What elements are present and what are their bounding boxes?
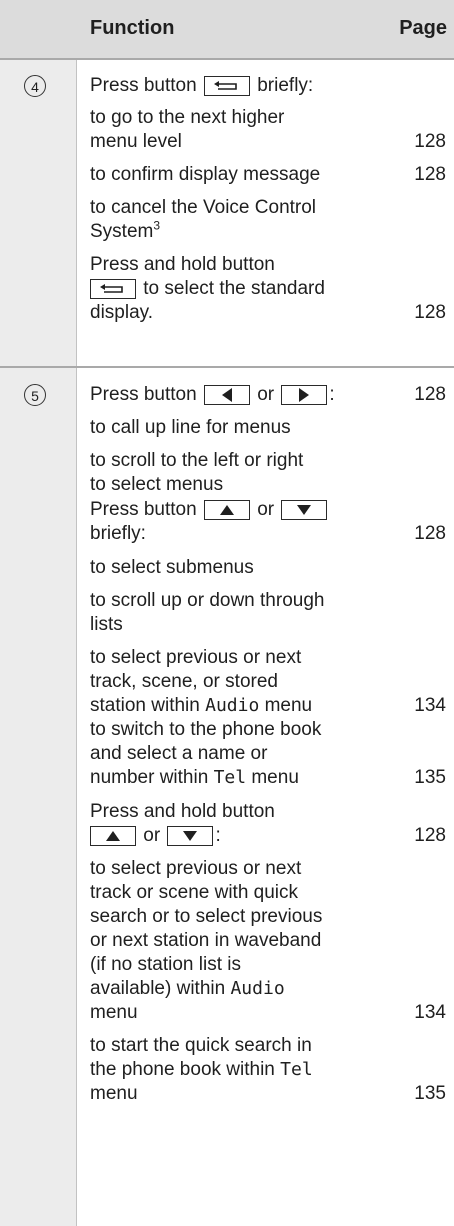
list-item: to select previous or next	[90, 858, 302, 879]
list-item: lists	[90, 614, 123, 635]
press-back-briefly: Press button briefly:	[90, 74, 313, 98]
text: Press button	[90, 499, 197, 520]
text: :	[215, 825, 221, 846]
list-item: and select a name or	[90, 743, 268, 764]
back-button-key	[90, 278, 136, 299]
text: station within	[90, 695, 200, 716]
text: or	[257, 384, 275, 405]
text: available) within	[90, 978, 226, 999]
press-hold-back: to select the standard	[90, 277, 325, 301]
text: :	[329, 384, 335, 405]
list-item: to select submenus	[90, 557, 254, 578]
down-triangle-icon	[183, 830, 198, 841]
menu-name: Audio	[205, 695, 260, 716]
page-ref: 128	[414, 302, 446, 323]
column-divider	[76, 60, 77, 1226]
text: System	[90, 221, 154, 242]
up-button-key	[203, 499, 250, 520]
list-item: to cancel the Voice Control	[90, 197, 317, 218]
press-up-down: Press button or	[90, 498, 329, 522]
list-item: track or scene with quick	[90, 882, 299, 903]
list-item: display.	[90, 302, 154, 323]
left-button-key	[203, 384, 250, 405]
right-triangle-icon	[299, 387, 310, 402]
row-separator	[0, 366, 454, 368]
up-button-key	[90, 825, 136, 846]
list-item: briefly:	[90, 523, 146, 544]
list-item: to scroll to the left or right	[90, 450, 304, 471]
page-ref: 128	[414, 523, 446, 544]
list-item: menu	[90, 1002, 138, 1023]
text: menu	[251, 767, 299, 788]
footnote-mark: 3	[153, 218, 161, 233]
down-button-key	[281, 499, 328, 520]
list-item: to select menus	[90, 474, 224, 495]
list-item: System3	[90, 220, 160, 244]
list-item: track, scene, or stored	[90, 671, 278, 692]
page-ref: 128	[414, 384, 446, 405]
right-button-key	[281, 384, 328, 405]
list-item: station within Audio menu	[90, 694, 312, 718]
up-triangle-icon	[219, 504, 234, 515]
text: Press button	[90, 384, 197, 405]
list-item: to switch to the phone book	[90, 719, 322, 740]
table-header: Function Page	[0, 0, 454, 60]
list-item: to call up line for menus	[90, 417, 291, 438]
text: number within	[90, 767, 209, 788]
text: or	[257, 499, 275, 520]
text: briefly:	[257, 75, 314, 96]
row-number-cell	[0, 368, 76, 1226]
page-ref: 135	[414, 1083, 446, 1104]
text: the phone book within	[90, 1059, 275, 1080]
list-item: (if no station list is	[90, 954, 241, 975]
back-arrow-icon	[213, 80, 237, 90]
page-ref: 135	[414, 767, 446, 788]
press-left-right: Press button or :	[90, 383, 335, 407]
list-item: number within Tel menu	[90, 766, 299, 790]
down-button-key	[167, 825, 214, 846]
menu-name: Tel	[213, 767, 247, 788]
page-ref: 128	[414, 825, 446, 846]
left-triangle-icon	[221, 387, 232, 402]
page-ref: 134	[414, 1002, 446, 1023]
row-number-cell	[0, 60, 76, 366]
text: to select the standard	[143, 278, 325, 299]
text: menu	[264, 695, 313, 716]
menu-name: Tel	[280, 1059, 313, 1080]
list-item: to select previous or next	[90, 647, 302, 668]
list-item: to start the quick search in	[90, 1035, 312, 1056]
page-ref: 128	[414, 164, 446, 185]
list-item: to confirm display message	[90, 164, 321, 185]
list-item: the phone book within Tel	[90, 1058, 313, 1082]
press-hold-up-down: or :	[90, 824, 221, 848]
list-item: available) within Audio	[90, 977, 285, 1001]
callout-number-5: 5	[24, 384, 46, 406]
list-item: menu level	[90, 131, 182, 152]
list-item: menu	[90, 1083, 138, 1104]
down-triangle-icon	[297, 504, 312, 515]
list-item: to go to the next higher	[90, 107, 285, 128]
list-item: to scroll up or down through	[90, 590, 325, 611]
press-hold-label: Press and hold button	[90, 801, 275, 822]
callout-number-4: 4	[24, 75, 46, 97]
menu-name: Audio	[230, 978, 285, 999]
up-triangle-icon	[106, 830, 120, 841]
back-arrow-icon	[100, 283, 123, 293]
text: or	[143, 825, 161, 846]
text: Press button	[90, 75, 197, 96]
back-button-key	[203, 75, 250, 96]
header-function: Function	[90, 17, 175, 39]
list-item: or next station in waveband	[90, 930, 322, 951]
page-ref: 128	[414, 131, 446, 152]
page-ref: 134	[414, 695, 446, 716]
press-hold-label: Press and hold button	[90, 254, 275, 275]
list-item: search or to select previous	[90, 906, 323, 927]
header-page: Page	[399, 17, 447, 39]
